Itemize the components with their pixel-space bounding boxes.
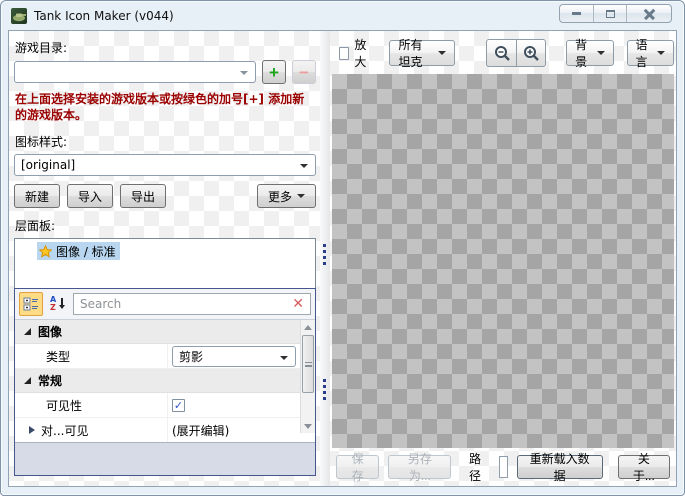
icon-style-label: 图标样式: <box>15 133 316 150</box>
new-style-button[interactable]: 新建 <box>14 184 60 208</box>
splitter-grip-icon <box>323 379 326 400</box>
panel-splitter[interactable] <box>320 31 330 486</box>
save-button[interactable]: 保存 <box>336 455 379 479</box>
layer-item[interactable]: 图像 / 标准 <box>37 242 120 260</box>
add-game-button[interactable]: + <box>262 60 286 84</box>
close-button[interactable] <box>626 5 671 22</box>
more-button[interactable]: 更多 <box>257 184 316 208</box>
zoom-out-button[interactable] <box>486 39 516 67</box>
chevron-down-icon <box>657 51 665 55</box>
splitter-grip-icon <box>323 244 326 265</box>
star-icon <box>39 245 52 258</box>
thumb-grip-icon <box>305 362 312 367</box>
type-label: 类型 <box>46 348 70 365</box>
property-search-input[interactable] <box>80 297 290 311</box>
close-icon <box>644 8 655 19</box>
property-search-box: ✕ <box>73 293 311 315</box>
reload-data-button[interactable]: 重新载入数据 <box>517 455 603 479</box>
zoom-out-icon <box>493 44 511 62</box>
bottom-action-bar: 保存 另存为... 路径 重新载入数据 关于... <box>336 453 670 481</box>
plus-icon: + <box>269 64 279 81</box>
zoom-in-button[interactable] <box>516 39 546 67</box>
visible-to-label: 对...可见 <box>41 422 88 439</box>
minus-icon: − <box>299 64 309 81</box>
category-image[interactable]: 图像 <box>15 320 315 344</box>
visible-to-expand-editor[interactable]: (展开编辑) <box>172 422 229 439</box>
app-window: Tank Icon Maker (v044) 游戏目录: + − 在上面选择安装… <box>0 0 685 496</box>
game-directory-label: 游戏目录: <box>15 39 316 56</box>
icon-preview-canvas <box>332 74 674 448</box>
game-directory-combobox[interactable] <box>14 61 256 83</box>
caption-button-group <box>559 4 672 23</box>
about-button[interactable]: 关于... <box>618 455 670 479</box>
expanded-triangle-icon <box>24 328 31 335</box>
maximize-button[interactable] <box>593 5 626 22</box>
categorize-button[interactable] <box>19 292 43 316</box>
collapsed-triangle-icon <box>29 426 35 434</box>
path-button[interactable]: 路径 <box>460 450 489 484</box>
visibility-checkbox[interactable]: ✓ <box>172 399 185 412</box>
icon-style-combobox[interactable]: [original] <box>14 154 316 176</box>
layers-label: 层面板: <box>15 217 316 234</box>
background-dropdown[interactable]: 背景 <box>566 40 613 66</box>
property-row-visible-to: 对...可见 (展开编辑) <box>15 418 315 442</box>
path-template-input[interactable] <box>499 456 508 478</box>
chevron-down-icon <box>438 51 446 55</box>
property-row-visibility: 可见性 ✓ <box>15 393 315 418</box>
scrollbar-thumb[interactable] <box>302 335 314 393</box>
chevron-down-icon <box>280 356 288 360</box>
sort-az-icon: AZ <box>50 296 66 312</box>
minimize-icon <box>572 12 581 15</box>
sort-alphabetical-button[interactable]: AZ <box>46 292 70 316</box>
chevron-down-icon <box>297 194 305 198</box>
app-tank-icon <box>11 8 27 24</box>
maximize-icon <box>606 10 615 18</box>
chevron-down-icon <box>300 164 308 168</box>
scroll-down-button[interactable] <box>301 419 315 433</box>
save-as-button[interactable]: 另存为... <box>388 455 451 479</box>
scroll-down-icon <box>304 424 312 429</box>
type-value: 剪影 <box>179 348 203 365</box>
title-bar: Tank Icon Maker (v044) <box>1 1 684 30</box>
zoom-checkbox[interactable] <box>339 47 349 60</box>
type-combobox[interactable]: 剪影 <box>172 346 296 367</box>
client-area: 游戏目录: + − 在上面选择安装的游戏版本或按绿色的加号[+] 添加新的游戏版… <box>8 30 677 487</box>
clear-search-icon[interactable]: ✕ <box>290 297 306 311</box>
scroll-up-button[interactable] <box>301 320 315 334</box>
warning-text: 在上面选择安装的游戏版本或按绿色的加号[+] 添加新的游戏版本。 <box>15 91 315 123</box>
window-title: Tank Icon Maker (v044) <box>34 9 174 23</box>
tank-filter-dropdown[interactable]: 所有坦克 <box>389 40 455 66</box>
chevron-down-icon <box>597 51 605 55</box>
preview-toolbar: 放大 所有坦克 <box>330 39 674 67</box>
layer-item-label: 图像 / 标准 <box>56 243 116 260</box>
icon-style-value: [original] <box>21 158 75 172</box>
zoom-in-icon <box>522 44 540 62</box>
expanded-triangle-icon <box>24 377 31 384</box>
left-panel: 游戏目录: + − 在上面选择安装的游戏版本或按绿色的加号[+] 添加新的游戏版… <box>9 31 320 486</box>
property-row-type: 类型 剪影 <box>15 344 315 369</box>
property-grid-scrollbar[interactable] <box>300 320 315 433</box>
property-rows: 图像 类型 剪影 常规 <box>15 320 315 442</box>
scroll-up-icon <box>304 325 312 330</box>
export-style-button[interactable]: 导出 <box>120 184 166 208</box>
categorize-icon <box>23 296 39 312</box>
style-actions-row: 新建 导入 导出 更多 <box>14 184 316 208</box>
minimize-button[interactable] <box>560 5 593 22</box>
zoom-button-group <box>486 39 546 67</box>
remove-game-button[interactable]: − <box>292 60 316 84</box>
property-description-area <box>15 442 315 475</box>
category-general[interactable]: 常规 <box>15 369 315 393</box>
game-directory-row: + − <box>14 60 316 84</box>
language-dropdown[interactable]: 语言 <box>627 40 674 66</box>
zoom-checkbox-label: 放大 <box>354 36 372 70</box>
property-grid-toolbar: AZ ✕ <box>15 289 315 320</box>
property-grid: AZ ✕ 图像 类型 <box>14 288 316 476</box>
chevron-down-icon <box>240 71 248 75</box>
visibility-label: 可见性 <box>46 397 82 414</box>
import-style-button[interactable]: 导入 <box>67 184 113 208</box>
right-panel: 放大 所有坦克 <box>330 31 676 486</box>
